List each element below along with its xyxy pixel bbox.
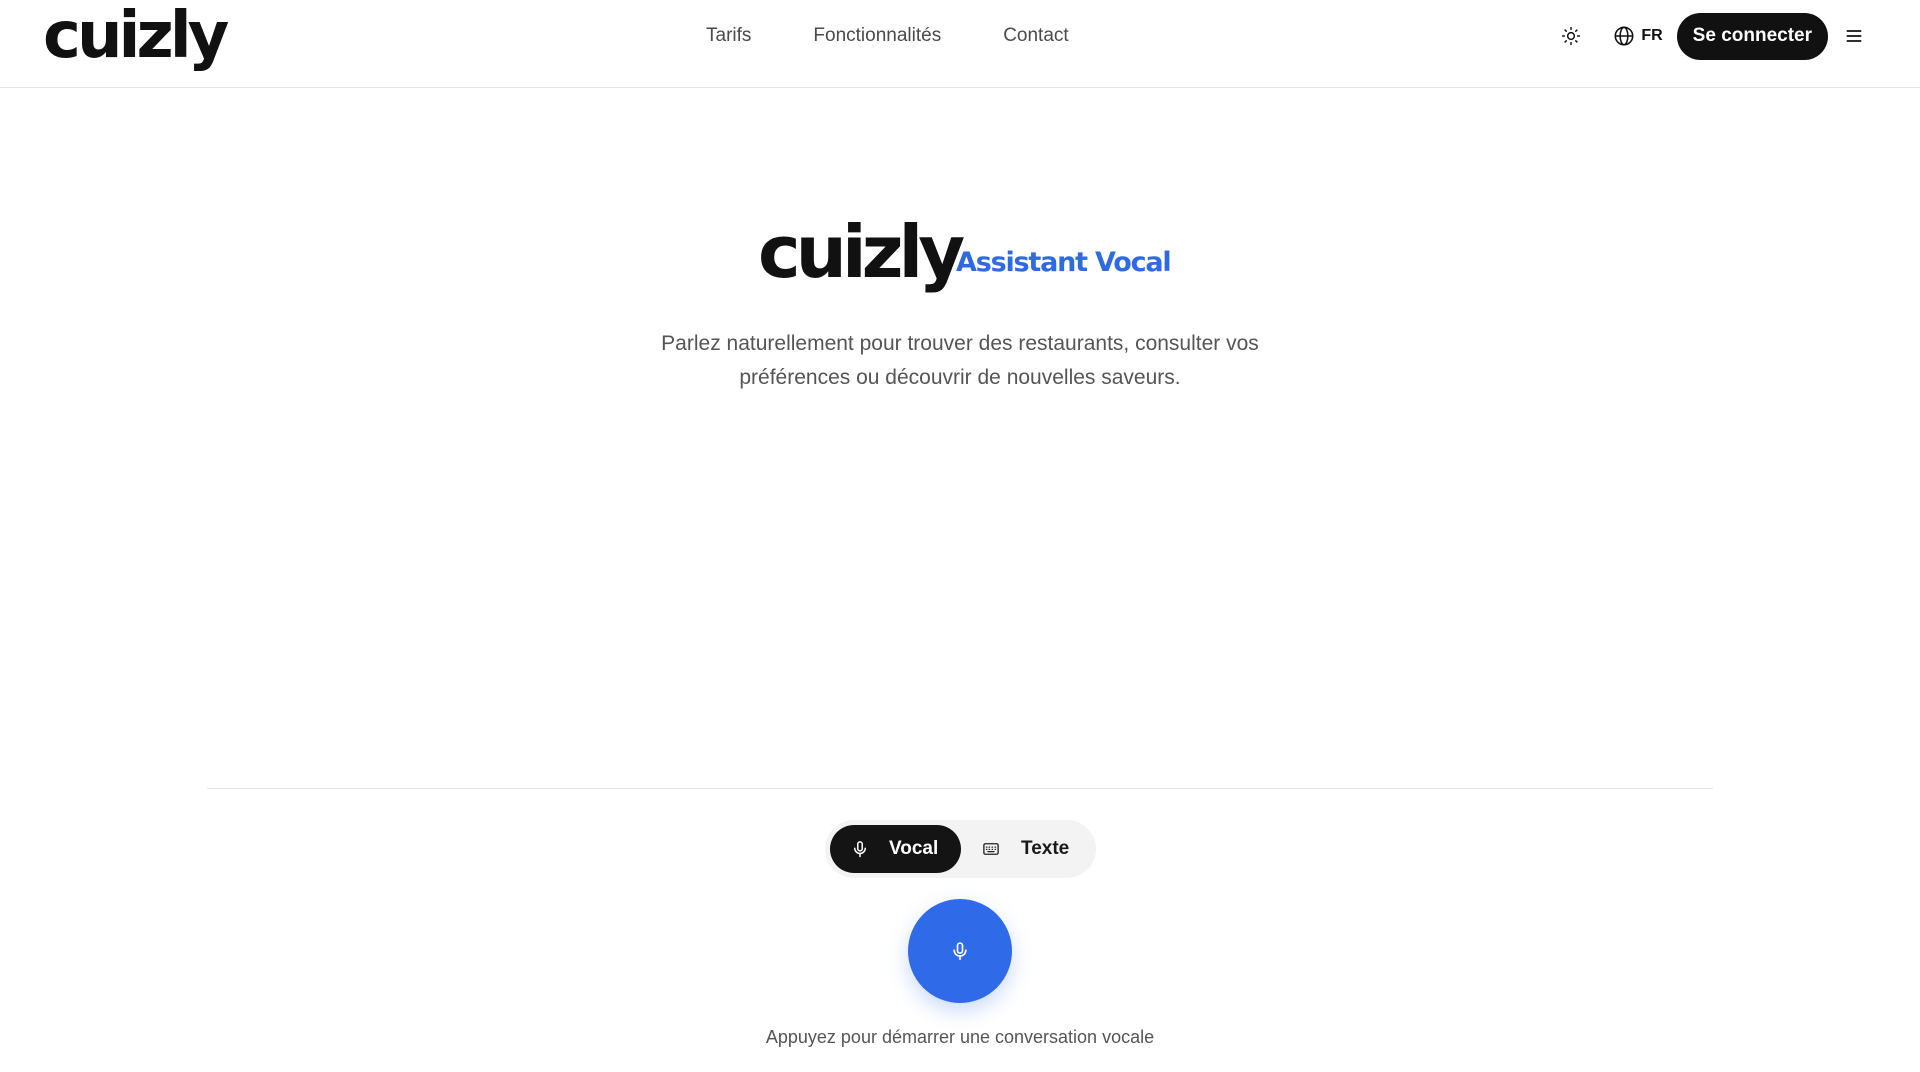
intro-line-1: Parlez naturellement pour trouver des re… (661, 332, 1259, 355)
menu-icon (1846, 30, 1862, 42)
microphone-icon (953, 942, 967, 961)
theme-toggle-button[interactable] (1553, 18, 1589, 54)
intro-text: Parlez naturellement pour trouver des re… (560, 327, 1360, 395)
mode-voice-label: Vocal (889, 838, 939, 859)
hero-tagline: Assistant Vocal (956, 247, 1172, 278)
hero-logo: cuizly Assistant Vocal (758, 210, 1178, 294)
top-navigation: cuizly Tarifs Fonctionnalités Contact FR… (0, 0, 1920, 88)
keyboard-icon (983, 843, 999, 855)
main-nav: Tarifs Fonctionnalités Contact (706, 22, 1069, 50)
nav-link-contact[interactable]: Contact (1003, 22, 1068, 50)
mode-voice-tab[interactable]: Vocal (830, 825, 961, 873)
language-code: FR (1641, 27, 1663, 44)
menu-button[interactable] (1836, 18, 1872, 54)
nav-link-fonctionnalites[interactable]: Fonctionnalités (813, 22, 941, 50)
mode-switch: Vocal Texte (825, 820, 1096, 878)
hero-brand: cuizly (758, 210, 965, 294)
sun-icon (1562, 26, 1581, 46)
start-voice-button[interactable] (908, 899, 1012, 1003)
nav-link-tarifs[interactable]: Tarifs (706, 22, 751, 50)
section-divider (207, 788, 1713, 789)
mode-text-tab[interactable]: Texte (961, 825, 1090, 873)
microphone-icon (854, 841, 866, 858)
globe-icon (1614, 26, 1634, 46)
brand-logo[interactable]: cuizly (43, 0, 229, 72)
login-button[interactable]: Se connecter (1676, 12, 1828, 60)
voice-hint: Appuyez pour démarrer une conversation v… (765, 1027, 1155, 1047)
header-tools: FR Se connecter (1553, 12, 1872, 60)
language-selector[interactable]: FR (1613, 25, 1663, 47)
mode-text-label: Texte (1021, 838, 1070, 859)
intro-line-2: préférences ou découvrir de nouvelles sa… (739, 366, 1181, 389)
